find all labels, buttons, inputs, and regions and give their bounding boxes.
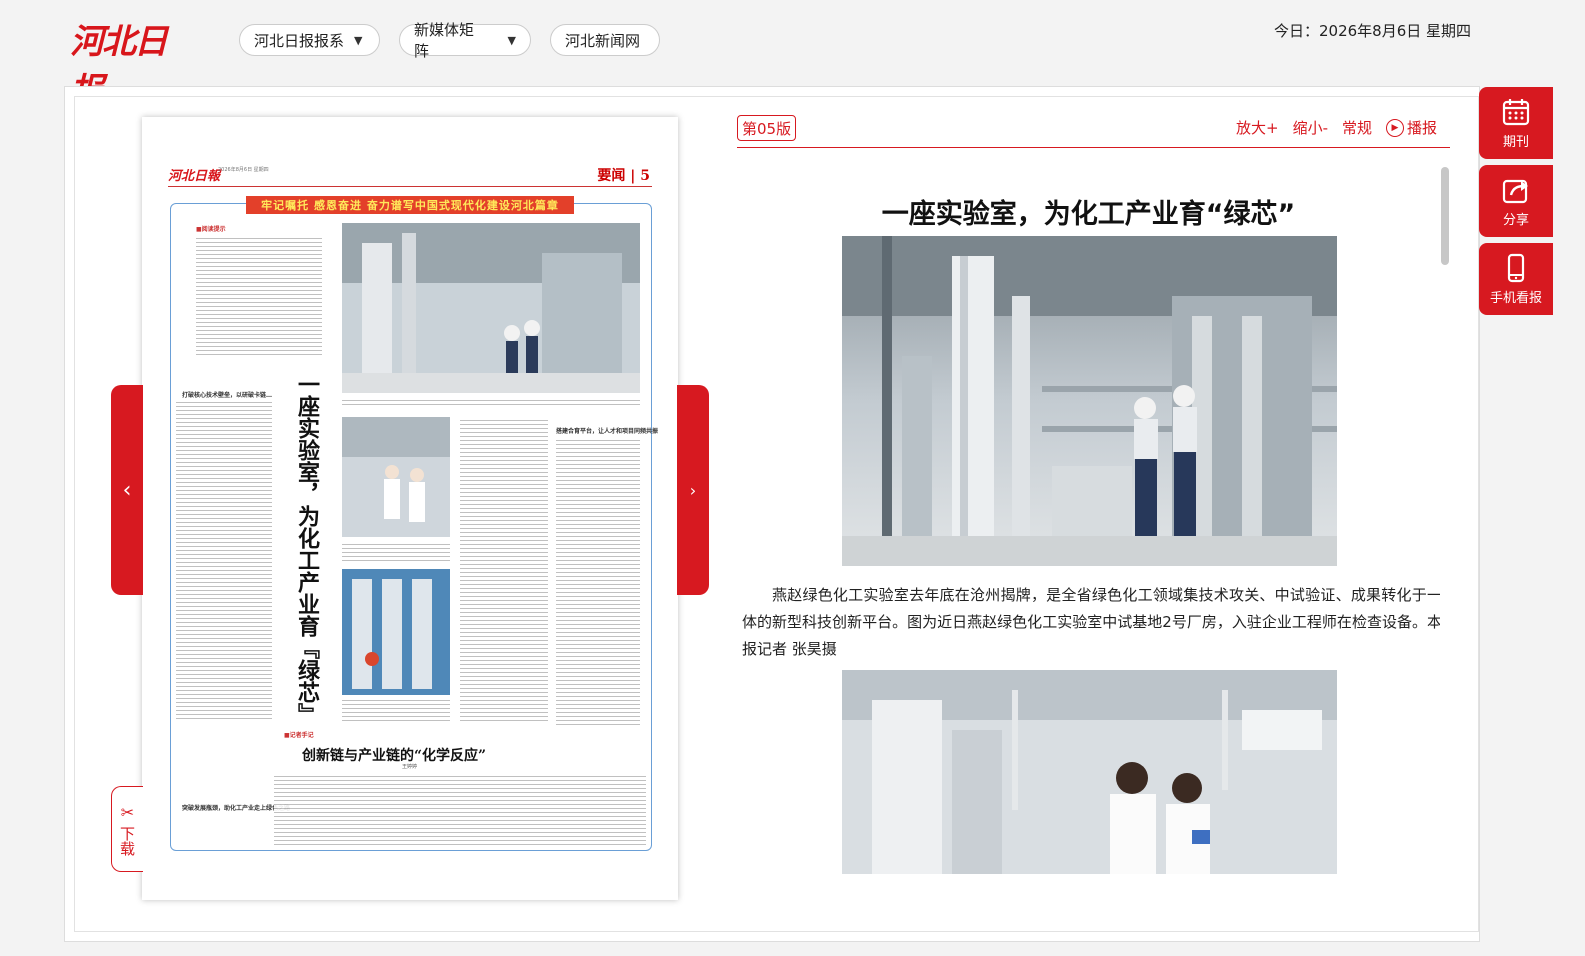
share-label: 分享 bbox=[1502, 212, 1529, 228]
scissors-icon: ✂ bbox=[120, 802, 135, 822]
chevron-down-icon: ▼ bbox=[507, 33, 516, 47]
article-caption: 燕赵绿色化工实验室去年底在沧州揭牌，是全省绿色化工领域集技术攻关、中试验证、成果… bbox=[742, 586, 1440, 658]
chevron-left-icon: ‹ bbox=[122, 477, 132, 503]
photo-caption-text bbox=[342, 697, 450, 723]
paper-photo-equipment[interactable] bbox=[342, 569, 450, 695]
next-page-button[interactable]: › bbox=[677, 385, 709, 595]
paper-logo: 河北日報 bbox=[168, 169, 221, 184]
site-logo[interactable]: 河北日报 bbox=[70, 14, 188, 111]
download-button[interactable]: ✂ 下载 bbox=[111, 786, 143, 872]
reporter-note-text[interactable] bbox=[274, 773, 646, 845]
nav-label: 河北日报报系 bbox=[254, 31, 345, 50]
paper-photo-main[interactable] bbox=[342, 223, 640, 393]
paper-subhead-2: 搭建合育平台，让人才和项目同频共振 bbox=[556, 428, 659, 435]
paper-subtitle[interactable]: 创新链与产业链的“化学反应” bbox=[302, 745, 486, 765]
article-title: 一座实验室，为化工产业育“绿芯” bbox=[881, 199, 1296, 230]
nav-label: 新媒体矩阵 bbox=[414, 21, 475, 60]
play-label: 播报 bbox=[1407, 119, 1438, 137]
chevron-down-icon: ▼ bbox=[354, 33, 363, 47]
edition-tag: 第05版 bbox=[737, 115, 797, 141]
today-date: 今日：2026年8月6日 星期四 bbox=[1274, 22, 1472, 40]
mobile-reader-label: 手机看报 bbox=[1489, 290, 1542, 306]
nav-hebei-daily-group[interactable]: 河北日报报系 ▼ bbox=[239, 24, 380, 56]
header-divider bbox=[737, 147, 1450, 148]
share-button[interactable]: 分享 bbox=[1479, 165, 1553, 237]
body-column-1[interactable] bbox=[176, 399, 272, 721]
periodical-label: 期刊 bbox=[1502, 134, 1529, 150]
article-photo-plant[interactable] bbox=[842, 236, 1337, 566]
article-tools: 放大+ 缩小- 常规 ▶ 播报 bbox=[1236, 117, 1437, 138]
calendar-icon bbox=[1502, 98, 1530, 125]
paper-photo-lab[interactable] bbox=[342, 417, 450, 537]
paper-section: 要闻 | 5 bbox=[597, 168, 650, 184]
photo-caption-text bbox=[342, 541, 450, 563]
paper-banner: 牢记嘱托 感恩奋进 奋力谱写中国式现代化建设河北篇章 bbox=[246, 196, 574, 214]
nav-label: 河北新闻网 bbox=[565, 31, 641, 50]
download-label: 下载 bbox=[118, 825, 136, 856]
paper-byline: 王婷婷 bbox=[402, 764, 418, 770]
play-audio-button[interactable]: ▶ 播报 bbox=[1386, 117, 1437, 138]
site-header: 河北日报 河北日报报系 ▼ 新媒体矩阵 ▼ 河北新闻网 今日：2026年8月6日 星… bbox=[0, 0, 1585, 111]
paper-masthead: 河北日報 2026年8月6日 星期四 要闻 | 5 bbox=[168, 165, 652, 187]
mobile-reader-button[interactable]: 手机看报 bbox=[1479, 243, 1553, 315]
article-photo-lab[interactable] bbox=[842, 670, 1337, 874]
body-column-3[interactable] bbox=[556, 437, 640, 725]
periodical-button[interactable]: 期刊 bbox=[1479, 87, 1553, 159]
article-content[interactable]: 一座实验室，为化工产业育“绿芯” 燕赵绿色化工实验室去年底在沧州揭牌，是全省绿色… bbox=[737, 152, 1440, 874]
share-icon bbox=[1502, 179, 1528, 203]
nav-hebei-news-net[interactable]: 河北新闻网 bbox=[550, 24, 660, 56]
article-scrollbar[interactable] bbox=[1441, 167, 1449, 265]
body-column-2[interactable] bbox=[460, 417, 548, 723]
photo-caption-text bbox=[342, 397, 640, 407]
paper-vertical-title[interactable]: 一座实验室，为化工产业育『绿芯』 bbox=[286, 373, 320, 725]
zoom-in-button[interactable]: 放大+ bbox=[1236, 117, 1279, 138]
prev-page-button[interactable]: ‹ bbox=[111, 385, 143, 595]
zoom-out-button[interactable]: 缩小- bbox=[1293, 117, 1328, 138]
lead-text-block[interactable] bbox=[196, 235, 322, 355]
phone-icon bbox=[1507, 253, 1525, 282]
reporter-note-label: ■记者手记 bbox=[284, 732, 314, 739]
paper-subhead-1: 打破核心技术壁垒，以研破卡链… bbox=[182, 392, 273, 399]
reading-tip-label: ■阅读提示 bbox=[196, 226, 226, 233]
normal-size-button[interactable]: 常规 bbox=[1342, 117, 1372, 138]
paper-meta: 2026年8月6日 星期四 bbox=[218, 167, 269, 173]
nav-new-media-matrix[interactable]: 新媒体矩阵 ▼ bbox=[399, 21, 531, 60]
chevron-right-icon: › bbox=[689, 480, 697, 500]
play-icon: ▶ bbox=[1386, 118, 1405, 137]
newspaper-page[interactable]: 河北日報 2026年8月6日 星期四 要闻 | 5 牢记嘱托 感恩奋进 奋力谱写… bbox=[142, 117, 678, 900]
